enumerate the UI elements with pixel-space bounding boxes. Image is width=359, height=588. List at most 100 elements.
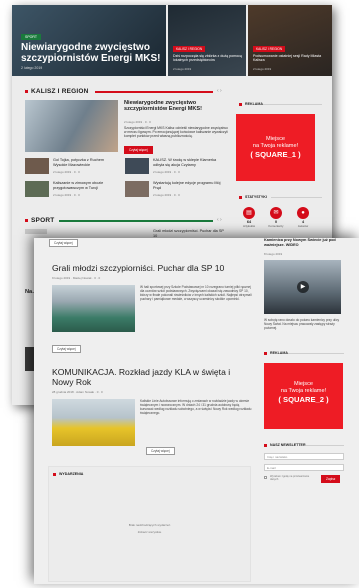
region-lead-more-button[interactable]: Czytaj więcej bbox=[124, 146, 153, 154]
article-2-more-button[interactable]: Czytaj więcej bbox=[146, 447, 175, 455]
section-title[interactable]: KALISZ I REGION bbox=[31, 88, 89, 95]
sport-photo[interactable] bbox=[25, 229, 47, 234]
hero-item-2-photo bbox=[248, 5, 332, 76]
ad-line-1: Miejsce bbox=[266, 136, 285, 142]
stat-articles-label: Artykułów bbox=[242, 224, 256, 228]
sidebar-marker-icon bbox=[239, 103, 242, 106]
newsletter-consent-checkbox[interactable] bbox=[264, 476, 267, 479]
ad-square-1[interactable]: Miejsce na Twoja reklame! ( SQUARE_1 ) bbox=[236, 114, 315, 181]
sidebar-stats-header: STATYSTYKI bbox=[239, 195, 322, 202]
newsletter-submit-button[interactable]: Zapisz bbox=[321, 475, 341, 483]
region-lead-photo[interactable] bbox=[25, 100, 118, 152]
region-list-title-3[interactable]: Kaliszanie w zimowym obozie przygotowawc… bbox=[53, 181, 115, 190]
hero-main-date: 2 lutego 2019 bbox=[21, 66, 43, 70]
stat-authors: ● 4 Autorów bbox=[290, 207, 316, 228]
sidebar-marker-icon bbox=[264, 352, 267, 355]
user-icon: ● bbox=[297, 207, 309, 219]
hero-item-1-title[interactable]: Dziś rozpoczęła się zbiórka z dużą pomoc… bbox=[173, 54, 242, 63]
section-nav-arrows-icon[interactable]: ‹ › bbox=[217, 88, 222, 94]
hero-slider: SPORT Niewiarygodne zwycięstwo szczypior… bbox=[12, 5, 332, 76]
sidebar-divider bbox=[271, 197, 322, 198]
region-lead-title[interactable]: Niewiarygodne zwycięstwo szczypiornistów… bbox=[124, 100, 228, 113]
stat-comments-label: Komentarzy bbox=[268, 224, 284, 228]
ad-square-2[interactable]: Miejsce na Twoja reklame! ( SQUARE_2 ) bbox=[264, 363, 343, 429]
hero-main-tag[interactable]: SPORT bbox=[21, 34, 41, 40]
section-nav-arrows-icon[interactable]: ‹ › bbox=[217, 217, 222, 223]
hero-item-1-photo bbox=[168, 5, 246, 76]
section-bar bbox=[95, 91, 213, 93]
sidebar-marker-icon bbox=[239, 196, 242, 199]
hero-item-1[interactable]: KALISZ I REGION Dziś rozpoczęła się zbió… bbox=[168, 5, 246, 76]
sidebar-ads-header-2: REKLAMA bbox=[264, 351, 344, 358]
sport-first-title[interactable]: Grali młodzi szczypiorniści. Puchar dla … bbox=[153, 229, 228, 238]
sidebar-divider bbox=[306, 445, 344, 446]
hero-main-article[interactable]: SPORT Niewiarygodne zwycięstwo szczypior… bbox=[12, 5, 166, 76]
article-2-body: Kaliskie Linie Autobusowe informują o zm… bbox=[140, 399, 252, 416]
hero-item-2[interactable]: KALISZ I REGION Podsumowanie ostatniej s… bbox=[248, 5, 332, 76]
article-1-photo[interactable] bbox=[52, 285, 135, 332]
comment-icon: ✉ bbox=[270, 207, 282, 219]
hero-main-title[interactable]: Niewiarygodne zwycięstwo szczypiornistów… bbox=[21, 42, 161, 64]
hero-item-1-tag[interactable]: KALISZ I REGION bbox=[173, 46, 206, 52]
prev-more-label[interactable]: Czytaj więcej bbox=[49, 239, 78, 247]
region-lead-excerpt: Szczypiorniści Energi MKS Kalisz odnieśl… bbox=[124, 126, 228, 139]
section-title[interactable]: SPORT bbox=[31, 217, 54, 224]
sidebar-divider bbox=[288, 353, 344, 354]
region-list-title-1[interactable]: Gol Tojka, potyczka z Ruchem Wysokie Maz… bbox=[53, 158, 115, 167]
region-list-meta-4: 2 lutego 2019 · 0 · 0 bbox=[153, 193, 180, 197]
region-list-photo-1[interactable] bbox=[25, 158, 49, 174]
sidebar-ads-label-2: REKLAMA bbox=[270, 351, 288, 355]
article-2-meta: 28 grudnia 2018 · Adam Nowak · 0 · 0 bbox=[52, 390, 103, 394]
section-header-sport: SPORT ‹ › bbox=[25, 217, 228, 225]
newsletter-header: NASZ NEWSLETTER bbox=[264, 443, 344, 450]
sidebar-marker-icon bbox=[264, 444, 267, 447]
prev-more-button[interactable]: Czytaj więcej bbox=[49, 239, 78, 247]
sidebar-divider bbox=[263, 104, 322, 105]
article-1-title[interactable]: Grali młodzi szczypiorniści. Puchar dla … bbox=[52, 263, 252, 273]
side-article-excerpt: W sobotę rano doszło do pożaru kamienicy… bbox=[264, 318, 340, 331]
region-list-photo-4[interactable] bbox=[125, 181, 149, 197]
article-2-title[interactable]: KOMUNIKACJA. Rozkład jazdy KLA w święta … bbox=[52, 367, 252, 387]
article-1-body: W hali sportowej przy Szkole Podstawowej… bbox=[140, 285, 252, 302]
article-1-more-button[interactable]: Czytaj więcej bbox=[52, 345, 81, 353]
newsletter-email-input[interactable]: E-mail bbox=[264, 464, 344, 471]
sidebar-stats-label: STATYSTYKI bbox=[245, 195, 267, 199]
article-1-meta: 9 lutego 2019 · Maciej Nowak · 0 · 0 bbox=[52, 276, 101, 280]
sidebar-ads-label: REKLAMA bbox=[245, 102, 263, 106]
side-article-video[interactable]: ▶ bbox=[264, 260, 341, 314]
hero-item-2-tag[interactable]: KALISZ I REGION bbox=[253, 46, 286, 52]
newsletter-name-input[interactable]: Imię i nazwisko bbox=[264, 453, 344, 460]
region-list-meta-1: 2 lutego 2019 · 0 · 0 bbox=[53, 170, 80, 174]
region-list-meta-2: 2 lutego 2019 · 0 · 0 bbox=[153, 170, 180, 174]
events-marker-icon bbox=[53, 473, 56, 476]
region-list-photo-3[interactable] bbox=[25, 181, 49, 197]
article-2-photo[interactable] bbox=[52, 399, 135, 446]
play-icon[interactable]: ▶ bbox=[297, 281, 309, 293]
region-list-title-2[interactable]: KALISZ. W środę w sklepie Klamerka odbył… bbox=[153, 158, 228, 167]
ad2-line-3: ( SQUARE_2 ) bbox=[278, 395, 329, 404]
hero-item-2-title[interactable]: Podsumowanie ostatniej sesji Rady Miasta… bbox=[253, 54, 328, 63]
side-article-title[interactable]: Kamienica przy Nowym Świecie już pod waż… bbox=[264, 238, 346, 247]
ad2-line-2: na Twoja reklame! bbox=[280, 388, 327, 394]
region-list-photo-2[interactable] bbox=[125, 158, 149, 174]
stat-articles: ▤ 64 Artykułów bbox=[236, 207, 262, 228]
sidebar-ads-header: REKLAMA bbox=[239, 102, 322, 109]
newsletter-label: NASZ NEWSLETTER bbox=[270, 443, 306, 447]
section-marker-icon bbox=[25, 219, 28, 222]
article-list-screenshot: Czytaj więcej Grali młodzi szczypiorniśc… bbox=[34, 238, 359, 584]
hero-item-1-date: 2 lutego 2019 bbox=[173, 67, 192, 71]
stat-comments: ✉ 0 Komentarzy bbox=[263, 207, 289, 228]
region-list-meta-3: 2 lutego 2019 · 0 · 0 bbox=[53, 193, 80, 197]
region-lead-meta: 2 lutego 2019 · 0 · 0 bbox=[124, 120, 151, 124]
events-widget: WYDARZENIA Brak nadchodzących wydarzeń Z… bbox=[48, 466, 251, 582]
stat-authors-label: Autorów bbox=[297, 224, 309, 228]
hero-item-2-date: 2 lutego 2019 bbox=[253, 67, 272, 71]
events-link[interactable]: Zobacz wszystkie bbox=[49, 530, 250, 534]
ad2-line-1: Miejsce bbox=[294, 381, 313, 387]
side-article-meta: 8 lutego 2019 bbox=[264, 252, 283, 256]
region-list-title-4[interactable]: Wystartują kolejne edycje programu Mój P… bbox=[153, 181, 228, 190]
section-marker-icon bbox=[25, 90, 28, 93]
newsletter-consent-text: Wyrażam zgodę na przetwarzanie danych bbox=[270, 475, 310, 482]
ad-line-2: na Twoja reklame! bbox=[252, 143, 299, 149]
events-label: WYDARZENIA bbox=[59, 472, 84, 476]
